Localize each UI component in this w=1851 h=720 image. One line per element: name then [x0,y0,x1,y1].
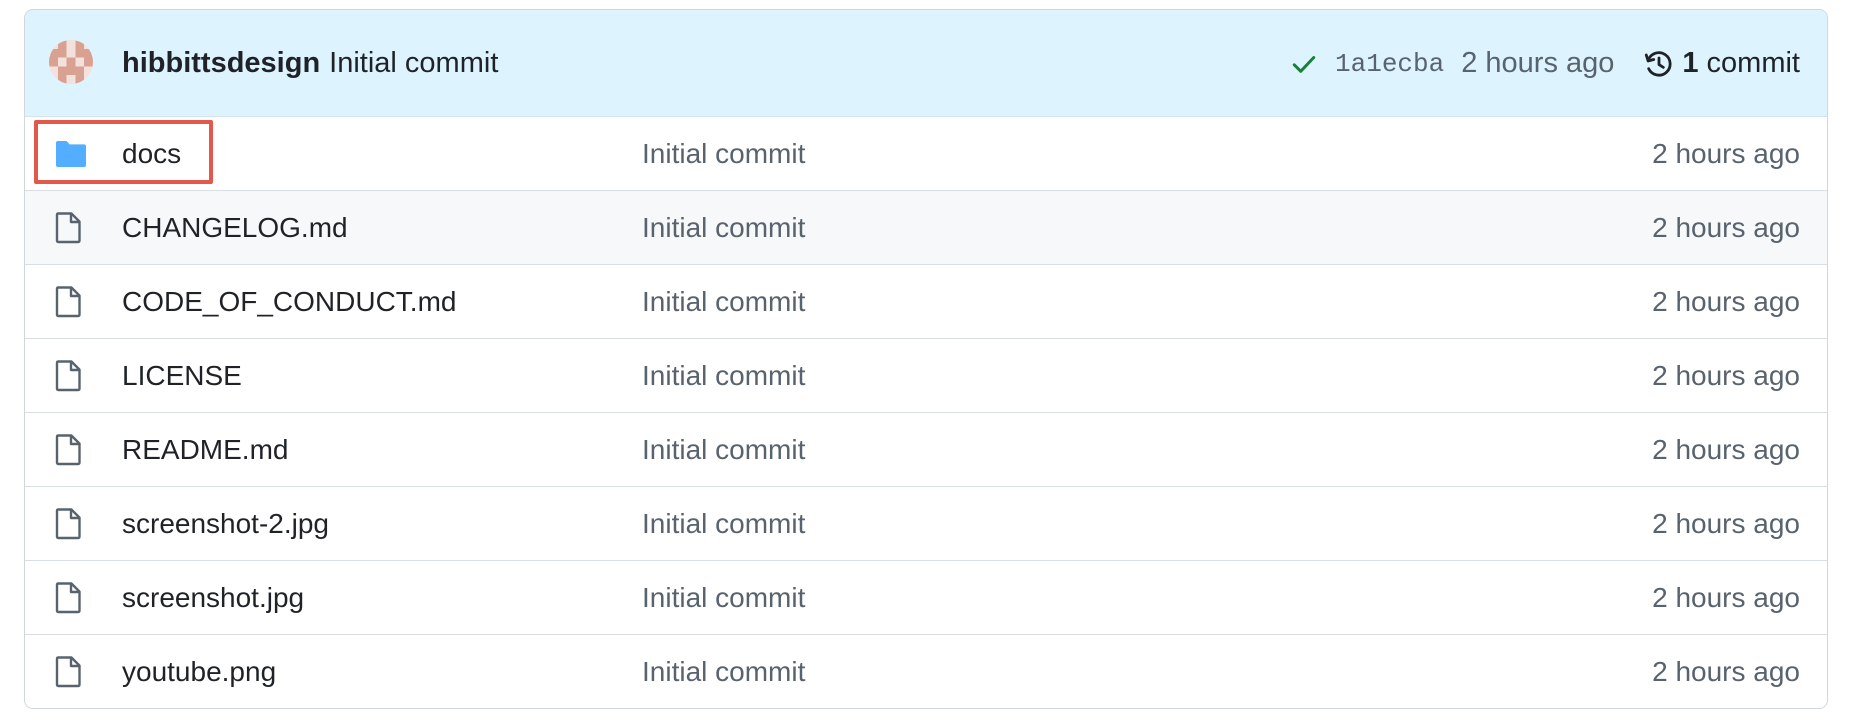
identicon-icon [49,40,93,84]
file-row-screenshot-2[interactable]: screenshot-2.jpg Initial commit 2 hours … [25,487,1827,561]
file-age: 2 hours ago [1652,581,1800,613]
file-browser: hibbittsdesign Initial commit 1a1ecba 2 … [24,9,1828,709]
file-commit-link[interactable]: Initial commit [642,487,805,560]
file-icon [55,339,81,412]
file-age: 2 hours ago [1652,655,1800,687]
file-name-link[interactable]: LICENSE [122,339,242,412]
author-avatar[interactable] [49,40,93,84]
commit-time: 2 hours ago [1461,47,1615,79]
file-commit-link[interactable]: Initial commit [642,635,805,708]
file-name-link[interactable]: screenshot-2.jpg [122,487,329,560]
file-age: 2 hours ago [1652,359,1800,391]
commit-count: 1 [1682,47,1699,79]
file-commit-link[interactable]: Initial commit [642,339,805,412]
file-commit-link[interactable]: Initial commit [642,265,805,338]
commit-sha-link[interactable]: 1a1ecba [1335,49,1444,79]
file-row-docs[interactable]: docs Initial commit 2 hours ago [25,117,1827,191]
file-name-link[interactable]: youtube.png [122,635,276,708]
history-icon [1645,50,1672,77]
commit-message-link[interactable]: Initial commit [329,47,498,80]
file-icon [55,265,81,338]
file-row-code-of-conduct[interactable]: CODE_OF_CONDUCT.md Initial commit 2 hour… [25,265,1827,339]
commit-author-link[interactable]: hibbittsdesign [122,47,320,80]
file-row-license[interactable]: LICENSE Initial commit 2 hours ago [25,339,1827,413]
file-row-changelog[interactable]: CHANGELOG.md Initial commit 2 hours ago [25,191,1827,265]
file-icon [55,561,81,634]
file-row-screenshot[interactable]: screenshot.jpg Initial commit 2 hours ag… [25,561,1827,635]
file-name-link[interactable]: screenshot.jpg [122,561,304,634]
file-icon [55,635,81,708]
file-row-youtube[interactable]: youtube.png Initial commit 2 hours ago [25,635,1827,708]
file-icon [55,413,81,486]
commit-history-link[interactable]: 1 commit [1644,47,1800,80]
check-icon[interactable] [1291,51,1317,77]
file-commit-link[interactable]: Initial commit [642,191,805,264]
file-row-readme[interactable]: README.md Initial commit 2 hours ago [25,413,1827,487]
folder-icon [55,117,87,190]
file-name-link[interactable]: docs [122,117,181,190]
file-name-link[interactable]: CODE_OF_CONDUCT.md [122,265,456,338]
file-age: 2 hours ago [1652,433,1800,465]
file-commit-link[interactable]: Initial commit [642,117,805,190]
file-commit-link[interactable]: Initial commit [642,561,805,634]
commit-count-label: commit [1706,47,1800,79]
file-commit-link[interactable]: Initial commit [642,413,805,486]
file-age: 2 hours ago [1652,507,1800,539]
file-icon [55,487,81,560]
file-age: 2 hours ago [1652,137,1800,169]
file-age: 2 hours ago [1652,211,1800,243]
file-age: 2 hours ago [1652,285,1800,317]
latest-commit-bar: hibbittsdesign Initial commit 1a1ecba 2 … [25,10,1827,117]
file-name-link[interactable]: README.md [122,413,288,486]
file-icon [55,191,81,264]
file-name-link[interactable]: CHANGELOG.md [122,191,348,264]
